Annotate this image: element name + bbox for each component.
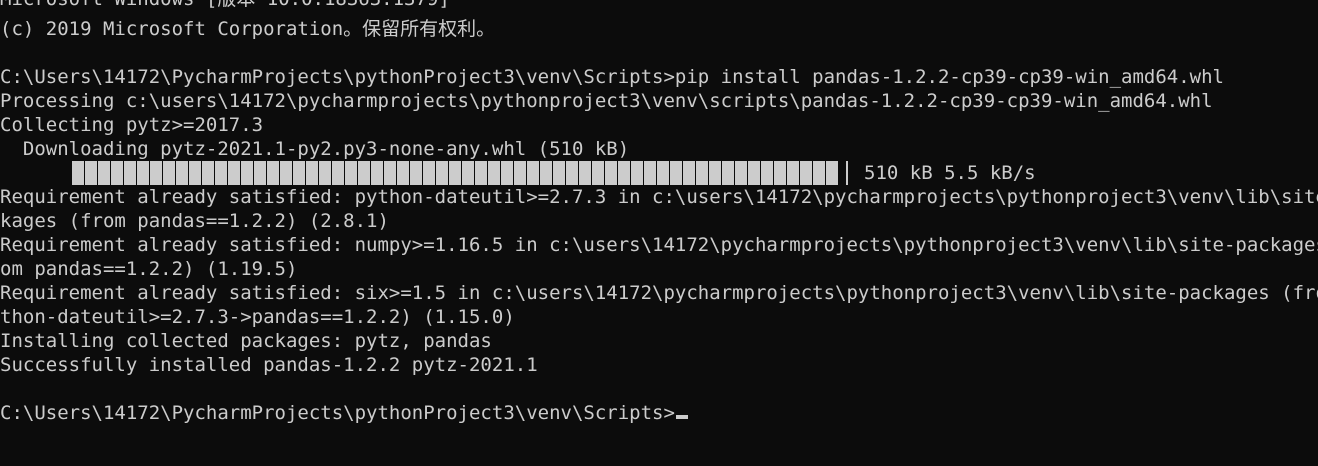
download-progress-segment <box>683 161 696 185</box>
terminal-line-requirement-numpy: Requirement already satisfied: numpy>=1.… <box>0 234 1318 256</box>
download-progress-segment <box>735 161 748 185</box>
terminal-line-pip-command: C:\Users\14172\PycharmProjects\pythonPro… <box>0 66 1224 88</box>
download-progress-segment <box>774 161 787 185</box>
download-progress-segment <box>527 161 540 185</box>
download-progress-info: 510 kB 5.5 kB/s <box>864 162 1036 184</box>
download-progress-segment <box>332 161 345 185</box>
terminal-line-os-version: Microsoft Windows [版本 10.0.18363.1379] <box>0 0 1318 11</box>
download-progress-segment <box>514 161 527 185</box>
download-progress-segment <box>813 161 826 185</box>
download-progress-segment <box>319 161 332 185</box>
download-progress-segment <box>579 161 592 185</box>
terminal-prompt: C:\Users\14172\PycharmProjects\pythonPro… <box>0 402 675 424</box>
download-progress-segment <box>267 161 280 185</box>
terminal-line-success: Successfully installed pandas-1.2.2 pytz… <box>0 354 538 376</box>
terminal-line-requirement-six: Requirement already satisfied: six>=1.5 … <box>0 282 1318 304</box>
download-progress-segment <box>748 161 761 185</box>
download-progress-segment <box>501 161 514 185</box>
terminal-line-processing: Processing c:\users\14172\pycharmproject… <box>0 90 1213 112</box>
download-progress-segment <box>449 161 462 185</box>
download-progress-segment <box>176 161 189 185</box>
download-progress-segment <box>787 161 800 185</box>
download-progress-segment <box>657 161 670 185</box>
download-progress-segment <box>423 161 436 185</box>
download-progress-segment <box>800 161 813 185</box>
download-progress-segment <box>553 161 566 185</box>
download-progress-segment <box>475 161 488 185</box>
download-progress-segment <box>488 161 501 185</box>
download-progress-segment <box>293 161 306 185</box>
terminal-line-requirement-six-cont: thon-dateutil>=2.7.3->pandas==1.2.2) (1.… <box>0 306 515 328</box>
download-progress-bar <box>72 161 839 185</box>
download-progress-segment <box>670 161 683 185</box>
download-progress-segment <box>280 161 293 185</box>
download-progress-segment <box>722 161 735 185</box>
download-progress-segment <box>761 161 774 185</box>
download-progress-segment <box>826 161 839 185</box>
download-progress-segment <box>98 161 111 185</box>
download-progress-segment <box>644 161 657 185</box>
download-progress-segment <box>358 161 371 185</box>
download-progress-segment <box>462 161 475 185</box>
terminal-line-requirement-numpy-cont: om pandas==1.2.2) (1.19.5) <box>0 258 298 280</box>
download-progress-segment <box>631 161 644 185</box>
download-progress-segment <box>436 161 449 185</box>
download-progress-segment <box>163 161 176 185</box>
download-progress-segment <box>228 161 241 185</box>
download-progress-segment <box>85 161 98 185</box>
download-progress-segment <box>345 161 358 185</box>
download-progress-row: 510 kB 5.5 kB/s <box>0 161 1318 185</box>
download-progress-segment <box>384 161 397 185</box>
download-progress-segment <box>72 161 85 185</box>
download-progress-segment <box>150 161 163 185</box>
download-progress-segment <box>410 161 423 185</box>
terminal-line-requirement-dateutil-cont: kages (from pandas==1.2.2) (2.8.1) <box>0 210 389 232</box>
download-progress-segment <box>215 161 228 185</box>
download-progress-segment <box>371 161 384 185</box>
download-progress-segment <box>566 161 579 185</box>
download-progress-segment <box>306 161 319 185</box>
download-progress-segment <box>605 161 618 185</box>
download-progress-segment <box>618 161 631 185</box>
terminal-line-installing: Installing collected packages: pytz, pan… <box>0 330 492 352</box>
download-progress-segment <box>592 161 605 185</box>
download-progress-end-marker <box>846 161 848 185</box>
download-progress-segment <box>202 161 215 185</box>
download-progress-segment <box>696 161 709 185</box>
download-progress-segment <box>111 161 124 185</box>
download-progress-segment <box>540 161 553 185</box>
download-progress-segment <box>137 161 150 185</box>
download-progress-segment <box>189 161 202 185</box>
terminal-line-copyright: (c) 2019 Microsoft Corporation。保留所有权利。 <box>0 18 496 40</box>
download-progress-segment <box>709 161 722 185</box>
download-progress-segment <box>254 161 267 185</box>
terminal-cursor <box>675 415 688 419</box>
terminal-window[interactable]: Microsoft Windows [版本 10.0.18363.1379] (… <box>0 0 1318 466</box>
download-progress-segment <box>124 161 137 185</box>
download-progress-segment <box>241 161 254 185</box>
terminal-line-requirement-dateutil: Requirement already satisfied: python-da… <box>0 186 1318 208</box>
terminal-line-collecting: Collecting pytz>=2017.3 <box>0 114 264 136</box>
terminal-prompt-line[interactable]: C:\Users\14172\PycharmProjects\pythonPro… <box>0 401 1318 425</box>
terminal-line-downloading: Downloading pytz-2021.1-py2.py3-none-any… <box>0 138 630 160</box>
download-progress-track <box>72 161 848 185</box>
download-progress-segment <box>397 161 410 185</box>
